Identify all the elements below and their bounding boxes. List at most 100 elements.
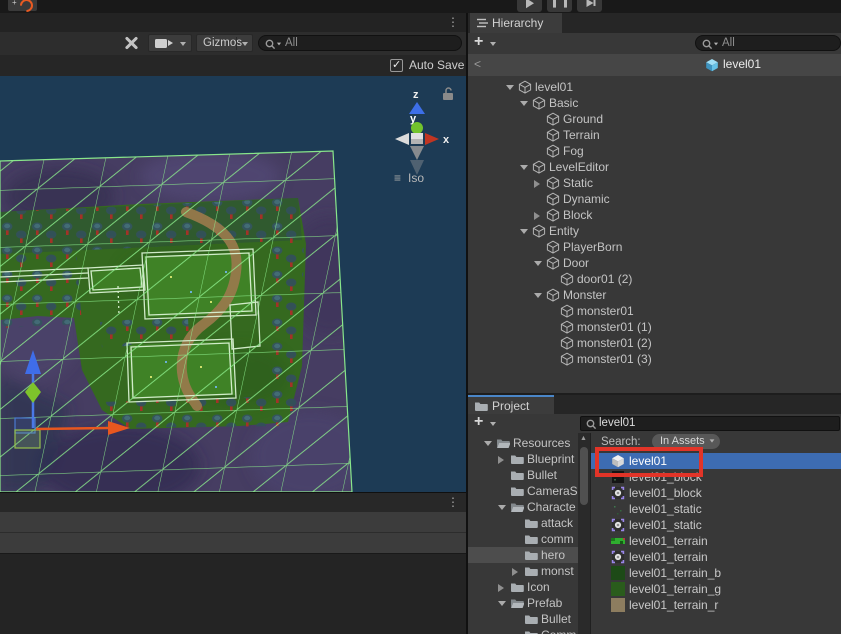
folder-tree-scrollbar[interactable]: ▲ (578, 433, 590, 634)
search-icon (264, 38, 276, 50)
add-icon[interactable]: + (474, 413, 483, 431)
scene-menu-kebab-icon[interactable]: ⋮ (447, 16, 459, 28)
unity-editor-window: + ⋮ Gizmos All (0, 0, 841, 634)
pause-button[interactable] (547, 0, 572, 12)
back-icon[interactable]: < (474, 57, 481, 71)
project-folder[interactable]: Blueprint (468, 451, 578, 467)
result-row[interactable]: level01_static (591, 517, 841, 533)
hierarchy-item[interactable]: level01 (468, 79, 841, 95)
project-folder[interactable]: Comm (468, 627, 578, 634)
hierarchy-tab-label: Hierarchy (492, 16, 543, 30)
project-search-value: level01 (599, 417, 635, 429)
hierarchy-item[interactable]: monster01 (1) (468, 319, 841, 335)
axis-x-label: x (443, 134, 450, 146)
project-folder[interactable]: Bullet (468, 611, 578, 627)
project-folder[interactable]: attack (468, 515, 578, 531)
result-row[interactable]: level01_terrain_b (591, 565, 841, 581)
hierarchy-search-input[interactable]: All (695, 35, 841, 51)
step-icon (586, 0, 593, 7)
hierarchy-item[interactable]: Terrain (468, 127, 841, 143)
auto-save-label: Auto Save (409, 58, 464, 72)
folder-icon (474, 399, 488, 413)
list-row[interactable] (0, 533, 466, 554)
hierarchy-item[interactable]: Monster (468, 287, 841, 303)
iso-projection-label[interactable]: ≡ Iso (394, 171, 424, 185)
texture-swatch (611, 566, 625, 580)
kebab-icon[interactable]: ⋮ (447, 496, 459, 508)
hierarchy-item[interactable]: Entity (468, 223, 841, 239)
project-folder[interactable]: Bullet (468, 467, 578, 483)
hierarchy-item[interactable]: monster01 (2) (468, 335, 841, 351)
hierarchy-toolbar: + All (468, 33, 841, 55)
result-row[interactable]: level01_static (591, 501, 841, 517)
hierarchy-item[interactable]: Ground (468, 111, 841, 127)
hierarchy-tree: level01 Basic Ground Terrain Fog LevelEd… (468, 76, 841, 393)
hierarchy-item[interactable]: Basic (468, 95, 841, 111)
list-row[interactable] (0, 512, 466, 533)
chevron-down-icon (242, 42, 248, 46)
orange-arc-icon (17, 0, 35, 13)
project-content: Resources Blueprint Bullet CameraS Chara… (468, 433, 841, 634)
project-search-input[interactable]: level01 (580, 416, 840, 431)
scene-viewport[interactable]: z y x ≡ Iso (0, 76, 466, 492)
hierarchy-item[interactable]: Door (468, 255, 841, 271)
hierarchy-item[interactable]: monster01 (468, 303, 841, 319)
result-row[interactable]: level01_block (591, 485, 841, 501)
play-icon (526, 0, 534, 8)
project-folder-selected[interactable]: hero (468, 547, 578, 563)
camera-view-button[interactable] (148, 34, 192, 52)
scene-panel-region: ⋮ Gizmos All ✓ Auto Sa (0, 13, 466, 634)
project-folder[interactable]: Prefab (468, 595, 578, 611)
vertical-splitter[interactable] (466, 13, 468, 634)
hierarchy-item[interactable]: Dynamic (468, 191, 841, 207)
hierarchy-item[interactable]: Fog (468, 143, 841, 159)
tab-hierarchy[interactable]: Hierarchy (470, 13, 562, 33)
chevron-down-icon (277, 43, 281, 46)
hierarchy-tab-bar: Hierarchy (468, 13, 841, 33)
axis-z-label: z (413, 89, 419, 101)
add-icon[interactable]: + (474, 33, 483, 51)
hierarchy-item[interactable]: Block (468, 207, 841, 223)
result-row[interactable]: level01_terrain (591, 533, 841, 549)
hierarchy-item[interactable]: Static (468, 175, 841, 191)
step-button[interactable] (577, 0, 602, 12)
chevron-down-icon[interactable] (490, 42, 496, 46)
breadcrumb-item[interactable]: level01 (723, 57, 761, 71)
scene-search-input[interactable]: All (258, 35, 462, 51)
project-folder[interactable]: CameraS (468, 483, 578, 499)
hierarchy-item[interactable]: monster01 (3) (468, 351, 841, 367)
project-folder[interactable]: monst (468, 563, 578, 579)
prefab-cube-icon (705, 58, 719, 72)
scrollbar-thumb[interactable] (580, 447, 588, 505)
project-folder-tree: Resources Blueprint Bullet CameraS Chara… (468, 433, 578, 634)
annotation-highlight-box (595, 447, 703, 477)
project-folder[interactable]: Resources (468, 435, 578, 451)
chevron-down-icon[interactable] (490, 422, 496, 426)
iso-grip-icon: ≡ (394, 171, 401, 185)
auto-save-checkbox[interactable]: ✓ (390, 59, 403, 72)
hierarchy-item[interactable]: PlayerBorn (468, 239, 841, 255)
orange-tool-button[interactable]: + (8, 0, 37, 11)
breadcrumb: < level01 (468, 54, 841, 77)
scene-search-value: All (285, 37, 298, 49)
result-row[interactable]: level01_terrain_r (591, 597, 841, 613)
play-button[interactable] (517, 0, 542, 12)
gizmos-button[interactable]: Gizmos (196, 34, 253, 52)
iso-label: Iso (408, 171, 424, 185)
chevron-down-icon (714, 43, 718, 46)
hierarchy-item[interactable]: LevelEditor (468, 159, 841, 175)
project-folder[interactable]: Characte (468, 499, 578, 515)
hierarchy-item[interactable]: door01 (2) (468, 271, 841, 287)
scene-tab-bar: ⋮ (0, 13, 466, 33)
scroll-up-icon[interactable]: ▲ (580, 435, 587, 442)
scene-toolbar: Gizmos All (0, 32, 466, 55)
texture-swatch (611, 582, 625, 596)
project-folder[interactable]: comm (468, 531, 578, 547)
result-row[interactable]: level01_terrain (591, 549, 841, 565)
tab-project[interactable]: Project (468, 395, 554, 414)
autosave-row: ✓ Auto Save (0, 55, 466, 76)
result-row[interactable]: level01_terrain_g (591, 581, 841, 597)
scene-canvas: z y x ≡ Iso (0, 76, 466, 492)
project-folder[interactable]: Icon (468, 579, 578, 595)
axis-y-sphere[interactable] (411, 122, 423, 134)
